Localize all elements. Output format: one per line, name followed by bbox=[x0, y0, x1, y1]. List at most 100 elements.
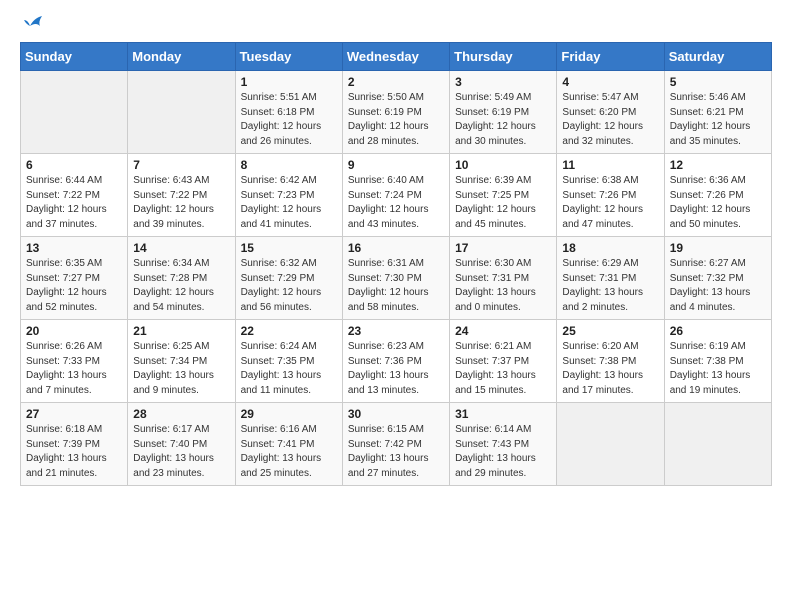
day-number: 17 bbox=[455, 241, 551, 255]
calendar-cell: 31 Sunrise: 6:14 AM Sunset: 7:43 PM Dayli… bbox=[450, 403, 557, 486]
calendar-cell: 23 Sunrise: 6:23 AM Sunset: 7:36 PM Dayli… bbox=[342, 320, 449, 403]
day-number: 21 bbox=[133, 324, 229, 338]
day-info: Sunrise: 6:43 AM Sunset: 7:22 PM Dayligh… bbox=[133, 174, 229, 232]
calendar-cell: 6 Sunrise: 6:44 AM Sunset: 7:22 PM Daylig… bbox=[21, 154, 128, 237]
calendar-cell: 29 Sunrise: 6:16 AM Sunset: 7:41 PM Dayli… bbox=[235, 403, 342, 486]
logo bbox=[20, 16, 44, 34]
day-number: 30 bbox=[348, 407, 444, 421]
calendar-cell: 5 Sunrise: 5:46 AM Sunset: 6:21 PM Daylig… bbox=[664, 71, 771, 154]
day-number: 28 bbox=[133, 407, 229, 421]
day-number: 8 bbox=[241, 158, 337, 172]
day-info: Sunrise: 6:34 AM Sunset: 7:28 PM Dayligh… bbox=[133, 257, 229, 315]
day-info: Sunrise: 6:23 AM Sunset: 7:36 PM Dayligh… bbox=[348, 340, 444, 398]
header-monday: Monday bbox=[128, 43, 235, 71]
calendar-cell: 1 Sunrise: 5:51 AM Sunset: 6:18 PM Daylig… bbox=[235, 71, 342, 154]
calendar-cell: 13 Sunrise: 6:35 AM Sunset: 7:27 PM Dayli… bbox=[21, 237, 128, 320]
day-info: Sunrise: 6:40 AM Sunset: 7:24 PM Dayligh… bbox=[348, 174, 444, 232]
day-number: 19 bbox=[670, 241, 766, 255]
calendar-week-row: 1 Sunrise: 5:51 AM Sunset: 6:18 PM Daylig… bbox=[21, 71, 772, 154]
calendar-cell bbox=[664, 403, 771, 486]
day-info: Sunrise: 6:44 AM Sunset: 7:22 PM Dayligh… bbox=[26, 174, 122, 232]
calendar-cell: 11 Sunrise: 6:38 AM Sunset: 7:26 PM Dayli… bbox=[557, 154, 664, 237]
day-info: Sunrise: 6:32 AM Sunset: 7:29 PM Dayligh… bbox=[241, 257, 337, 315]
calendar-cell: 17 Sunrise: 6:30 AM Sunset: 7:31 PM Dayli… bbox=[450, 237, 557, 320]
day-info: Sunrise: 6:19 AM Sunset: 7:38 PM Dayligh… bbox=[670, 340, 766, 398]
calendar-week-row: 13 Sunrise: 6:35 AM Sunset: 7:27 PM Dayli… bbox=[21, 237, 772, 320]
calendar-cell: 10Sunrise: 6:39 AM Sunset: 7:25 PM Dayli… bbox=[450, 154, 557, 237]
day-number: 31 bbox=[455, 407, 551, 421]
calendar-cell bbox=[21, 71, 128, 154]
calendar-cell: 25Sunrise: 6:20 AM Sunset: 7:38 PM Dayli… bbox=[557, 320, 664, 403]
calendar-cell bbox=[557, 403, 664, 486]
calendar-table: Sunday Monday Tuesday Wednesday Thursday… bbox=[20, 42, 772, 486]
calendar-week-row: 27 Sunrise: 6:18 AM Sunset: 7:39 PM Dayli… bbox=[21, 403, 772, 486]
day-info: Sunrise: 5:47 AM Sunset: 6:20 PM Dayligh… bbox=[562, 91, 658, 149]
day-info: Sunrise: 6:25 AM Sunset: 7:34 PM Dayligh… bbox=[133, 340, 229, 398]
day-number: 27 bbox=[26, 407, 122, 421]
calendar-cell bbox=[128, 71, 235, 154]
day-info: Sunrise: 6:27 AM Sunset: 7:32 PM Dayligh… bbox=[670, 257, 766, 315]
logo-bird-icon bbox=[22, 12, 44, 34]
day-number: 2 bbox=[348, 75, 444, 89]
calendar-cell: 24 Sunrise: 6:21 AM Sunset: 7:37 PM Dayli… bbox=[450, 320, 557, 403]
calendar-cell: 3 Sunrise: 5:49 AM Sunset: 6:19 PM Daylig… bbox=[450, 71, 557, 154]
header-saturday: Saturday bbox=[664, 43, 771, 71]
day-info: Sunrise: 5:49 AM Sunset: 6:19 PM Dayligh… bbox=[455, 91, 551, 149]
day-info: Sunrise: 6:42 AM Sunset: 7:23 PM Dayligh… bbox=[241, 174, 337, 232]
day-number: 26 bbox=[670, 324, 766, 338]
calendar-cell: 12 Sunrise: 6:36 AM Sunset: 7:26 PM Dayli… bbox=[664, 154, 771, 237]
day-info: Sunrise: 6:38 AM Sunset: 7:26 PM Dayligh… bbox=[562, 174, 658, 232]
day-info: Sunrise: 6:26 AM Sunset: 7:33 PM Dayligh… bbox=[26, 340, 122, 398]
header-friday: Friday bbox=[557, 43, 664, 71]
day-number: 7 bbox=[133, 158, 229, 172]
day-number: 29 bbox=[241, 407, 337, 421]
day-number: 13 bbox=[26, 241, 122, 255]
calendar-cell: 26 Sunrise: 6:19 AM Sunset: 7:38 PM Dayli… bbox=[664, 320, 771, 403]
day-number: 16 bbox=[348, 241, 444, 255]
day-info: Sunrise: 6:36 AM Sunset: 7:26 PM Dayligh… bbox=[670, 174, 766, 232]
day-info: Sunrise: 6:30 AM Sunset: 7:31 PM Dayligh… bbox=[455, 257, 551, 315]
day-info: Sunrise: 6:14 AM Sunset: 7:43 PM Dayligh… bbox=[455, 423, 551, 481]
day-number: 14 bbox=[133, 241, 229, 255]
calendar-cell: 9 Sunrise: 6:40 AM Sunset: 7:24 PM Daylig… bbox=[342, 154, 449, 237]
day-number: 12 bbox=[670, 158, 766, 172]
day-number: 20 bbox=[26, 324, 122, 338]
calendar-cell: 19 Sunrise: 6:27 AM Sunset: 7:32 PM Dayli… bbox=[664, 237, 771, 320]
calendar-header-row: Sunday Monday Tuesday Wednesday Thursday… bbox=[21, 43, 772, 71]
calendar-cell: 30 Sunrise: 6:15 AM Sunset: 7:42 PM Dayli… bbox=[342, 403, 449, 486]
calendar-week-row: 20 Sunrise: 6:26 AM Sunset: 7:33 PM Dayli… bbox=[21, 320, 772, 403]
calendar-cell: 22Sunrise: 6:24 AM Sunset: 7:35 PM Dayli… bbox=[235, 320, 342, 403]
day-number: 6 bbox=[26, 158, 122, 172]
calendar-cell: 4 Sunrise: 5:47 AM Sunset: 6:20 PM Daylig… bbox=[557, 71, 664, 154]
day-number: 10 bbox=[455, 158, 551, 172]
page: Sunday Monday Tuesday Wednesday Thursday… bbox=[0, 0, 792, 612]
day-number: 23 bbox=[348, 324, 444, 338]
header-row bbox=[20, 16, 772, 34]
calendar-cell: 20 Sunrise: 6:26 AM Sunset: 7:33 PM Dayli… bbox=[21, 320, 128, 403]
day-info: Sunrise: 5:46 AM Sunset: 6:21 PM Dayligh… bbox=[670, 91, 766, 149]
day-number: 9 bbox=[348, 158, 444, 172]
calendar-cell: 8 Sunrise: 6:42 AM Sunset: 7:23 PM Daylig… bbox=[235, 154, 342, 237]
calendar-cell: 28 Sunrise: 6:17 AM Sunset: 7:40 PM Dayli… bbox=[128, 403, 235, 486]
day-number: 3 bbox=[455, 75, 551, 89]
day-info: Sunrise: 6:15 AM Sunset: 7:42 PM Dayligh… bbox=[348, 423, 444, 481]
day-info: Sunrise: 5:51 AM Sunset: 6:18 PM Dayligh… bbox=[241, 91, 337, 149]
day-info: Sunrise: 6:17 AM Sunset: 7:40 PM Dayligh… bbox=[133, 423, 229, 481]
day-info: Sunrise: 6:31 AM Sunset: 7:30 PM Dayligh… bbox=[348, 257, 444, 315]
day-info: Sunrise: 6:18 AM Sunset: 7:39 PM Dayligh… bbox=[26, 423, 122, 481]
day-number: 5 bbox=[670, 75, 766, 89]
day-info: Sunrise: 6:35 AM Sunset: 7:27 PM Dayligh… bbox=[26, 257, 122, 315]
day-number: 4 bbox=[562, 75, 658, 89]
day-number: 18 bbox=[562, 241, 658, 255]
day-info: Sunrise: 6:24 AM Sunset: 7:35 PM Dayligh… bbox=[241, 340, 337, 398]
calendar-cell: 21 Sunrise: 6:25 AM Sunset: 7:34 PM Dayli… bbox=[128, 320, 235, 403]
day-info: Sunrise: 6:21 AM Sunset: 7:37 PM Dayligh… bbox=[455, 340, 551, 398]
day-number: 24 bbox=[455, 324, 551, 338]
calendar-week-row: 6 Sunrise: 6:44 AM Sunset: 7:22 PM Daylig… bbox=[21, 154, 772, 237]
calendar-cell: 18Sunrise: 6:29 AM Sunset: 7:31 PM Dayli… bbox=[557, 237, 664, 320]
day-number: 11 bbox=[562, 158, 658, 172]
day-number: 1 bbox=[241, 75, 337, 89]
day-info: Sunrise: 6:16 AM Sunset: 7:41 PM Dayligh… bbox=[241, 423, 337, 481]
header-tuesday: Tuesday bbox=[235, 43, 342, 71]
calendar-cell: 7 Sunrise: 6:43 AM Sunset: 7:22 PM Daylig… bbox=[128, 154, 235, 237]
